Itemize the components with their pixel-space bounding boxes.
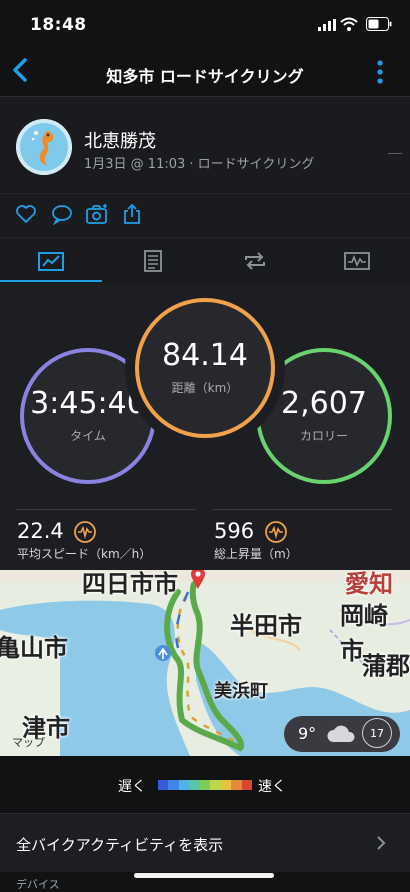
divider — [388, 153, 402, 154]
calories-value: 2,607 — [281, 385, 367, 421]
home-indicator[interactable] — [134, 873, 274, 878]
view-all-bike-activities-row[interactable]: 全バイクアクティビティを表示 — [0, 813, 410, 872]
tab-laps[interactable] — [204, 238, 306, 284]
ascent-label: 総上昇量（m） — [214, 547, 298, 561]
cloud-icon — [327, 725, 355, 742]
legend-slow-label: 遅く — [118, 779, 146, 795]
social-actions — [0, 193, 410, 238]
legend-color-swatch — [189, 780, 200, 790]
distance-ring: 84.14 距離（km） — [135, 298, 275, 438]
legend-color-swatch — [158, 780, 169, 790]
start-pin-icon — [191, 570, 205, 589]
wifi-icon — [340, 17, 358, 31]
avg-speed-value: 22.4 — [17, 519, 64, 543]
avatar[interactable] — [16, 119, 72, 175]
pulse-chart-icon — [344, 252, 370, 270]
maps-attribution: マップ — [12, 734, 45, 750]
activity-date-type: 1月3日 @ 11:03 · ロードサイクリング — [84, 157, 315, 172]
more-options-icon[interactable] — [374, 58, 386, 86]
divider — [213, 509, 393, 510]
legend-color-swatch — [168, 780, 179, 790]
document-icon — [144, 250, 162, 272]
time-value: 3:45:40 — [30, 385, 146, 421]
devices-section-label: デバイス — [16, 878, 60, 891]
calories-ring: 2,607 カロリー — [256, 348, 392, 484]
wind-speed: 17 — [370, 726, 384, 740]
status-time: 18:48 — [30, 15, 87, 35]
repeat-icon — [245, 252, 265, 270]
legend-color-swatch — [210, 780, 221, 790]
calories-label: カロリー — [299, 428, 348, 443]
activity-owner: 北恵勝茂 1月3日 @ 11:03 · ロードサイクリング — [0, 97, 410, 193]
wind-badge: 17 — [362, 718, 392, 748]
map-label-gamagori: 蒲郡 — [362, 652, 410, 680]
view-all-bike-activities-label: 全バイクアクティビティを表示 — [16, 836, 224, 854]
seahorse-avatar-icon — [16, 119, 72, 175]
back-chevron-icon[interactable] — [8, 56, 32, 84]
map-label-kameyama: 亀山市 — [0, 634, 68, 662]
legend-fast-label: 速く — [258, 779, 286, 795]
tab-overview[interactable] — [0, 238, 102, 284]
route-map[interactable]: 四日市市 愛知 半田市 岡崎市 亀山市 蒲郡 美浜町 津市 マップ 9° 17 — [0, 570, 410, 756]
overview-tab-icon — [38, 252, 64, 271]
time-label: タイム — [70, 428, 106, 443]
cellular-signal-icon — [318, 19, 336, 31]
status-bar: 18:48 — [0, 0, 410, 48]
legend-color-swatch — [241, 780, 252, 790]
speed-color-scale — [158, 780, 252, 790]
map-label-mihama: 美浜町 — [214, 681, 268, 702]
avg-speed-label: 平均スピード（km／h） — [17, 547, 152, 561]
user-name[interactable]: 北恵勝茂 — [84, 127, 156, 153]
legend-color-swatch — [178, 780, 190, 790]
distance-label: 距離（km） — [171, 380, 239, 395]
activity-tabs — [0, 237, 410, 284]
maps-attribution-label: マップ — [12, 736, 45, 749]
comment-icon[interactable] — [50, 202, 74, 226]
speed-chart-icon[interactable] — [73, 520, 97, 544]
nav-header: 知多市 ロードサイクリング — [0, 48, 410, 97]
active-tab-indicator — [0, 280, 102, 282]
legend-color-swatch — [220, 780, 232, 790]
tab-charts[interactable] — [306, 238, 408, 284]
ascent-value: 596 — [214, 519, 255, 543]
battery-icon — [366, 17, 392, 31]
legend-color-swatch — [199, 780, 211, 790]
tab-details[interactable] — [102, 238, 204, 284]
weather-temp: 9° — [298, 724, 317, 743]
speed-legend: 遅く 速く — [0, 756, 410, 812]
map-label-aichi: 愛知 — [345, 570, 393, 598]
page-title: 知多市 ロードサイクリング — [106, 67, 304, 86]
elevation-chart-icon[interactable] — [264, 520, 288, 544]
map-label-yokkaichi: 四日市市 — [82, 570, 178, 598]
distance-value: 84.14 — [162, 337, 248, 373]
share-icon[interactable] — [120, 202, 144, 226]
legend-color-swatch — [231, 780, 242, 790]
chevron-right-icon — [377, 836, 386, 850]
divider — [16, 509, 196, 510]
map-label-handa: 半田市 — [230, 612, 302, 640]
like-heart-icon[interactable] — [14, 202, 38, 226]
add-photo-icon[interactable] — [85, 202, 109, 226]
weather-pill[interactable]: 9° 17 — [284, 716, 400, 752]
